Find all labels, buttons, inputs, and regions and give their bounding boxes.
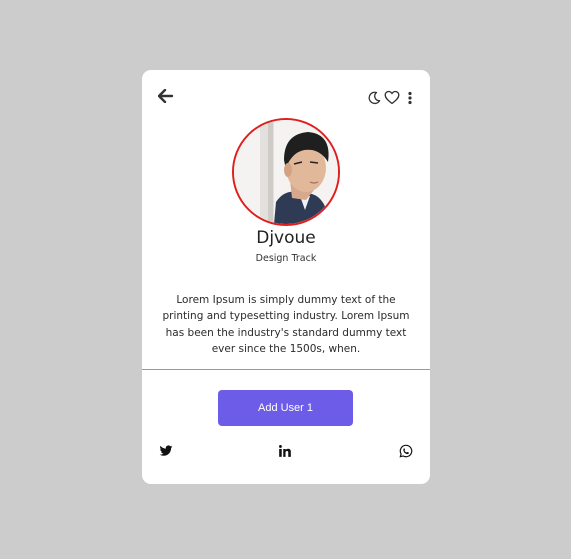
whatsapp-icon[interactable] [399, 443, 413, 458]
moon-icon[interactable] [367, 91, 381, 105]
linkedin-icon[interactable] [278, 443, 292, 457]
divider [142, 369, 430, 370]
more-options-icon[interactable] [406, 91, 414, 105]
twitter-icon[interactable] [159, 443, 173, 457]
profile-description: Lorem Ipsum is simply dummy text of the … [162, 294, 410, 355]
profile-card: Djvoue Design Track Lorem Ipsum is simpl… [142, 70, 430, 484]
profile-name: Djvoue [256, 228, 316, 248]
heart-icon[interactable] [384, 90, 400, 105]
back-icon[interactable] [158, 89, 174, 103]
profile-track: Design Track [255, 253, 317, 264]
avatar [232, 118, 340, 226]
add-user-button[interactable]: Add User 1 [218, 390, 353, 426]
